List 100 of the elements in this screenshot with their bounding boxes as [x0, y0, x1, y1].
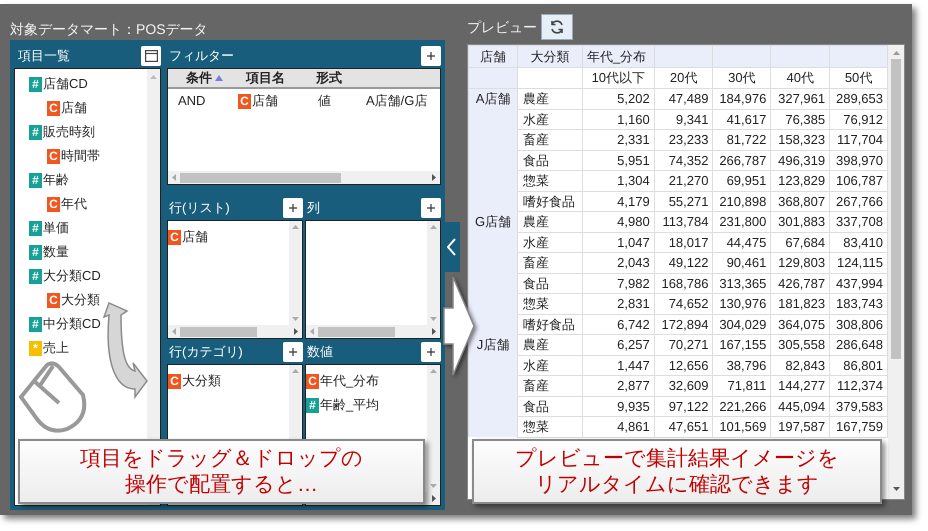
table-cell: 1,160 — [617, 112, 650, 126]
field-chip[interactable]: # 販売時刻 — [29, 122, 95, 142]
table-cell: 32,609 — [668, 378, 708, 393]
scrollbar[interactable] — [168, 325, 302, 338]
scroll-down-icon[interactable] — [892, 487, 900, 491]
scrollbar[interactable] — [888, 45, 904, 499]
field-chip[interactable]: # 大分類CD — [29, 266, 101, 286]
table-cell: 嗜好食品 — [523, 316, 576, 332]
scroll-up-icon[interactable] — [892, 51, 900, 55]
scrollbar[interactable] — [427, 365, 440, 492]
field-chip[interactable]: # 単価 — [29, 218, 69, 238]
scroll-right-icon[interactable] — [432, 328, 436, 335]
table-cell: 197,587 — [778, 419, 826, 434]
table-cell: 398,970 — [836, 152, 883, 168]
field-chip[interactable]: C 時間帯 — [47, 146, 100, 166]
field-chip[interactable]: C 店舗 — [47, 98, 87, 118]
add-button[interactable] — [421, 46, 441, 66]
table-cell: 1,447 — [617, 358, 650, 372]
table-cell: 農産 — [523, 214, 550, 229]
add-button[interactable] — [421, 342, 441, 362]
field-chip[interactable]: C 大分類 — [168, 371, 221, 391]
scroll-up-icon[interactable] — [292, 369, 299, 373]
preview-title: プレビュー — [467, 18, 537, 37]
table-cell: 水産 — [523, 358, 550, 372]
drop-area[interactable] — [305, 220, 441, 339]
field-chip[interactable]: # 数量 — [29, 242, 69, 262]
window-toggle-button[interactable] — [141, 46, 161, 66]
field-chip[interactable]: # 年齢_平均 — [306, 395, 380, 415]
table-cell: 5,951 — [617, 152, 650, 168]
table-cell: 18,017 — [668, 234, 708, 250]
table-cell: 368,807 — [778, 194, 826, 208]
scroll-right-icon[interactable] — [432, 495, 436, 502]
table-cell: 1,047 — [617, 234, 650, 250]
scrollbar[interactable] — [427, 221, 440, 325]
field-chip[interactable]: # 店舗CD — [29, 74, 88, 94]
table-cell: 144,277 — [778, 378, 826, 393]
column-header: 50代 — [844, 70, 872, 86]
table-cell: 327,961 — [778, 91, 826, 106]
scroll-up-icon[interactable] — [150, 75, 157, 79]
scroll-right-icon[interactable] — [432, 174, 436, 181]
table-cell: 90,461 — [726, 255, 766, 270]
table-cell: 117,704 — [836, 132, 883, 147]
scrollbar[interactable] — [306, 325, 440, 338]
field-chip[interactable]: * 売上 — [29, 338, 69, 358]
scroll-left-icon[interactable] — [310, 328, 314, 335]
scroll-up-icon[interactable] — [430, 369, 437, 373]
field-chip[interactable]: C 大分類 — [47, 290, 100, 310]
field-chip[interactable]: C 年代_分布 — [306, 371, 380, 391]
column-header: 20代 — [670, 70, 698, 86]
table-cell: 41,617 — [726, 112, 766, 126]
table-cell: 101,569 — [719, 419, 766, 434]
table-cell: 55,271 — [668, 194, 708, 208]
field-chip[interactable]: C 店舗 — [238, 91, 278, 111]
field-chip[interactable]: C 年代 — [47, 194, 87, 214]
table-cell: 158,323 — [778, 132, 826, 147]
table-cell: 181,823 — [778, 296, 826, 311]
scroll-left-icon[interactable] — [172, 174, 176, 181]
collapse-tab[interactable] — [443, 222, 460, 272]
table-cell: 97,122 — [668, 398, 708, 414]
add-button[interactable] — [283, 342, 303, 362]
field-chip[interactable]: # 年齢 — [29, 170, 69, 190]
table-cell: 7,982 — [617, 276, 650, 290]
column-header[interactable]: 項目名 — [246, 68, 285, 88]
table-cell: 2,831 — [617, 296, 650, 311]
table-cell: 71,811 — [728, 378, 766, 393]
add-button[interactable] — [421, 198, 441, 218]
scrollbar[interactable] — [289, 221, 302, 325]
table-cell: 172,894 — [661, 316, 708, 332]
panel-title: 行(リスト) — [168, 199, 230, 218]
table-cell: 農産 — [523, 91, 550, 106]
field-chip[interactable]: C 店舗 — [168, 227, 208, 247]
table-cell: 畜産 — [523, 132, 550, 147]
table-cell: 364,075 — [778, 316, 826, 332]
drop-area[interactable]: C 店舗 — [167, 220, 303, 339]
table-cell: 食品 — [523, 276, 550, 290]
column-header[interactable]: 形式 — [316, 68, 342, 88]
panel-title: 列 — [306, 199, 320, 218]
plus-icon — [427, 348, 435, 356]
scroll-up-icon[interactable] — [430, 225, 437, 229]
column-header[interactable]: 条件 — [186, 68, 223, 88]
table-cell: 221,266 — [719, 398, 766, 414]
table-cell: 231,800 — [719, 214, 766, 229]
table-cell: 惣菜 — [523, 419, 550, 434]
table-cell: 2,331 — [617, 132, 650, 147]
scroll-up-icon[interactable] — [292, 225, 299, 229]
field-chip[interactable]: # 中分類CD — [29, 314, 101, 334]
refresh-button[interactable] — [541, 14, 573, 40]
table-cell: 123,829 — [778, 173, 826, 188]
scroll-right-icon[interactable] — [294, 328, 298, 335]
add-button[interactable] — [283, 198, 303, 218]
table-cell: 9,341 — [676, 112, 708, 126]
scroll-left-icon[interactable] — [172, 328, 176, 335]
table-cell: 70,271 — [668, 337, 708, 352]
table-cell: 食品 — [523, 398, 550, 414]
table-cell: 21,270 — [668, 173, 708, 188]
panel-title: フィルター — [168, 47, 234, 66]
panel-title: 行(カテゴリ) — [168, 343, 243, 362]
table-cell: 124,115 — [836, 255, 883, 270]
scrollbar[interactable] — [168, 171, 440, 184]
table-cell: 嗜好食品 — [523, 194, 576, 208]
